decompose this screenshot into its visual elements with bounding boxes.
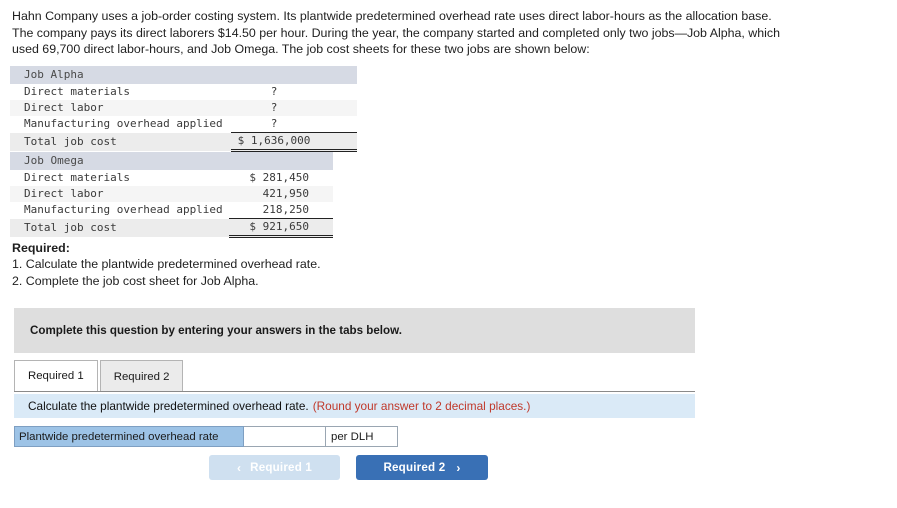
row-label: Direct labor: [10, 100, 232, 116]
answer-row: Plantwide predetermined overhead rate pe…: [14, 426, 398, 447]
total-label: Total job cost: [10, 218, 229, 237]
row-value: $ 281,450: [228, 170, 333, 186]
answer-row-label: Plantwide predetermined overhead rate: [14, 426, 244, 447]
table-header-row: Job Omega: [10, 152, 333, 170]
job-alpha-title-spacer: [231, 66, 357, 84]
row-value: 218,250: [228, 202, 333, 219]
required-item-1: 1. Calculate the plantwide predetermined…: [12, 257, 321, 272]
job-omega-cost-sheet: Job Omega Direct materials $ 281,450 Dir…: [10, 152, 333, 238]
table-row: Direct labor 421,950: [10, 186, 333, 202]
prev-button-label: Required 1: [250, 461, 313, 474]
row-label: Manufacturing overhead applied: [10, 202, 229, 219]
table-row: Direct labor ?: [10, 100, 357, 116]
row-value: ?: [231, 116, 357, 133]
table-header-row: Job Alpha: [10, 66, 357, 84]
next-required-2-button[interactable]: Required 2 ›: [356, 455, 488, 480]
question-instruction-bar: Calculate the plantwide predetermined ov…: [14, 394, 695, 418]
row-label: Direct materials: [10, 84, 232, 100]
row-label: Direct materials: [10, 170, 229, 186]
instructions-banner-text: Complete this question by entering your …: [30, 324, 402, 337]
problem-statement: Hahn Company uses a job-order costing sy…: [12, 9, 780, 57]
total-value: $ 921,650: [228, 218, 333, 238]
table-row: Direct materials ?: [10, 84, 357, 100]
table-total-row: Total job cost $ 1,636,000: [10, 132, 357, 152]
table-row: Manufacturing overhead applied ?: [10, 116, 357, 133]
job-alpha-title: Job Alpha: [10, 66, 232, 84]
table-total-row: Total job cost $ 921,650: [10, 218, 333, 238]
tab-strip: Required 1 Required 2: [14, 360, 695, 392]
required-block: Required: 1. Calculate the plantwide pre…: [12, 240, 321, 289]
question-instruction-text: Calculate the plantwide predetermined ov…: [28, 399, 309, 413]
required-heading: Required:: [12, 241, 70, 255]
chevron-left-icon: ‹: [236, 460, 242, 475]
job-omega-title-spacer: [228, 152, 333, 170]
tab-required-1[interactable]: Required 1: [14, 360, 98, 392]
prev-required-1-button[interactable]: ‹ Required 1: [209, 455, 340, 480]
required-item-2: 2. Complete the job cost sheet for Job A…: [12, 273, 259, 288]
tab-strip-divider: [14, 391, 695, 392]
tab-required-2-label: Required 2: [113, 370, 170, 383]
total-value: $ 1,636,000: [231, 132, 357, 152]
row-value: ?: [231, 84, 357, 100]
job-alpha-cost-sheet: Job Alpha Direct materials ? Direct labo…: [10, 66, 357, 152]
overhead-rate-input[interactable]: [244, 426, 326, 447]
table-row: Manufacturing overhead applied 218,250: [10, 202, 333, 219]
table-row: Direct materials $ 281,450: [10, 170, 333, 186]
row-value: 421,950: [228, 186, 333, 202]
instructions-banner: Complete this question by entering your …: [14, 308, 695, 353]
chevron-right-icon: ›: [456, 460, 461, 475]
question-rounding-note: (Round your answer to 2 decimal places.): [312, 399, 531, 413]
tab-required-1-label: Required 1: [28, 370, 84, 382]
tab-required-2[interactable]: Required 2: [99, 360, 184, 392]
job-omega-title: Job Omega: [10, 152, 229, 170]
total-label: Total job cost: [10, 132, 232, 151]
row-label: Direct labor: [10, 186, 229, 202]
answer-unit-label: per DLH: [326, 426, 398, 447]
row-value: ?: [231, 100, 357, 116]
next-button-label: Required 2: [383, 461, 446, 474]
row-label: Manufacturing overhead applied: [10, 116, 232, 133]
